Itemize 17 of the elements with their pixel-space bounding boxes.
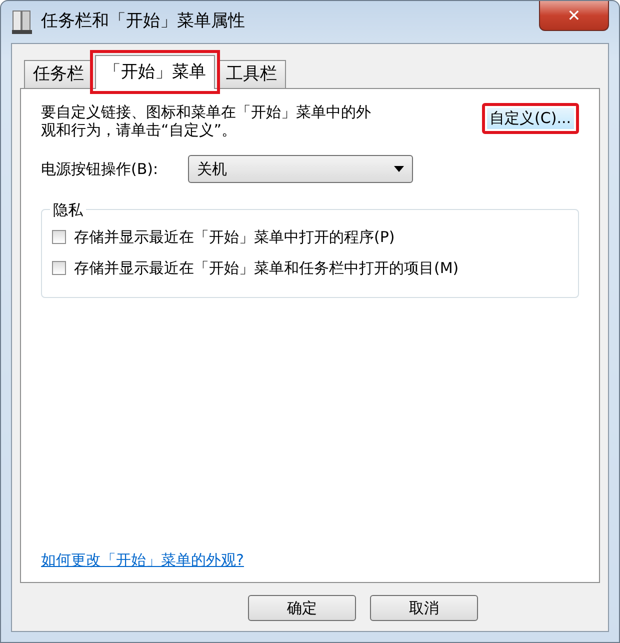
instruction-text: 要自定义链接、图标和菜单在「开始」菜单中的外观和行为，请单击“自定义”。 [41, 103, 372, 139]
tab[interactable]: 工具栏 [217, 60, 286, 88]
checkbox[interactable] [52, 230, 66, 244]
power-button-label: 电源按钮操作(B): [41, 158, 158, 180]
help-link[interactable]: 如何更改「开始」菜单的外观? [41, 551, 244, 569]
power-action-dropdown[interactable]: 关机 [188, 155, 414, 183]
tab[interactable]: 任务栏 [24, 60, 93, 88]
customize-button[interactable]: 自定义(C)... [482, 103, 579, 134]
checkbox[interactable] [52, 260, 66, 275]
dropdown-arrow-icon [394, 166, 404, 172]
close-button[interactable]: ✕ [539, 1, 609, 31]
checkbox-label: 存储并显示最近在「开始」菜单中打开的程序(P) [74, 227, 395, 248]
dialog-button[interactable]: 确定 [248, 595, 356, 621]
window-title: 任务栏和「开始」菜单属性 [41, 10, 245, 34]
checkbox-label: 存储并显示最近在「开始」菜单和任务栏中打开的项目(M) [74, 258, 459, 278]
dialog-button[interactable]: 取消 [370, 595, 478, 621]
app-icon [11, 9, 33, 35]
